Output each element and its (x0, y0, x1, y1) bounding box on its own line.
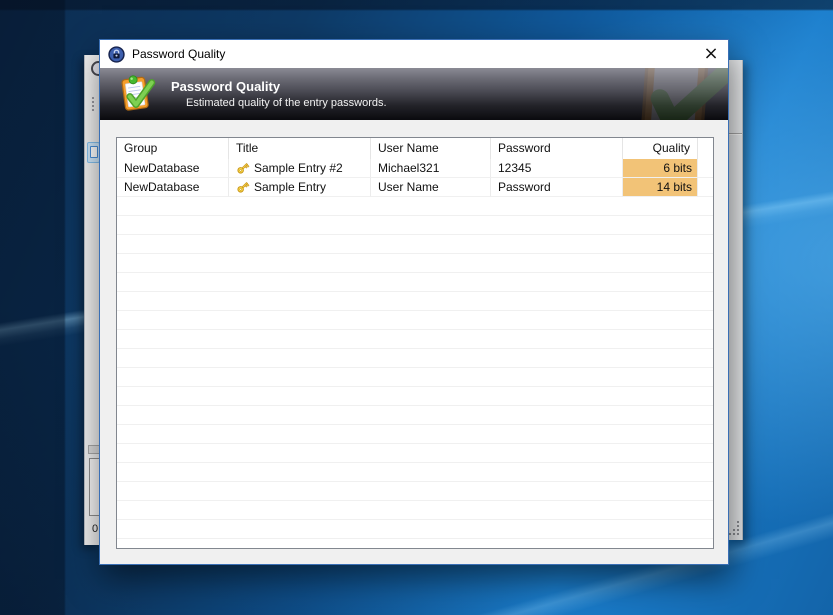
column-header-password[interactable]: Password (491, 138, 623, 159)
banner-title: Password Quality (171, 79, 281, 94)
statusbar-count: 0 (92, 523, 99, 535)
column-header-title[interactable]: Title (229, 138, 371, 159)
cell-quality: 6 bits (623, 159, 698, 178)
clipboard-check-icon (121, 75, 156, 111)
entry-title: Sample Entry #2 (254, 161, 343, 175)
close-button[interactable]: × (694, 40, 728, 68)
background-window-left-edge: 0 (84, 55, 100, 545)
desktop-wallpaper: 0 Password Quality × Password Quality Es… (0, 0, 833, 615)
column-header-username[interactable]: User Name (371, 138, 491, 159)
background-window-right-edge (729, 60, 743, 540)
table-header: Group Title User Name Password Quality (117, 138, 713, 159)
table-row[interactable]: NewDatabase Sample Entry User Name Passw… (117, 178, 713, 197)
cell-password: Password (491, 178, 623, 197)
key-icon (237, 162, 250, 174)
document-icon (90, 146, 98, 158)
table-row[interactable]: NewDatabase Sample Entry #2 Michael321 1… (117, 159, 713, 178)
cell-title: Sample Entry #2 (229, 159, 371, 178)
dialog-title: Password Quality (132, 47, 226, 61)
keepass-lock-icon (108, 45, 125, 63)
banner-watermark-icon (641, 68, 728, 120)
password-quality-table: Group Title User Name Password Quality N… (116, 137, 714, 549)
cell-group: NewDatabase (117, 178, 229, 197)
cell-spacer (698, 159, 713, 178)
cell-title: Sample Entry (229, 178, 371, 197)
cell-spacer (698, 178, 713, 197)
entry-title: Sample Entry (254, 180, 327, 194)
cell-group: NewDatabase (117, 159, 229, 178)
scrollbar-divider (729, 133, 742, 135)
column-header-quality[interactable]: Quality (623, 138, 698, 159)
banner-subtitle: Estimated quality of the entry passwords… (186, 97, 387, 109)
table-body: NewDatabase Sample Entry #2 Michael321 1… (117, 159, 713, 548)
resize-grip-icon[interactable] (737, 533, 739, 535)
password-quality-dialog: Password Quality × Password Quality Esti… (99, 39, 729, 565)
cell-username: User Name (371, 178, 491, 197)
cell-password: 12345 (491, 159, 623, 178)
toolbar-grip-icon (92, 97, 94, 99)
dialog-titlebar[interactable]: Password Quality × (100, 40, 728, 68)
column-header-spacer (698, 138, 713, 159)
key-icon (237, 181, 250, 193)
dialog-banner: Password Quality Estimated quality of th… (100, 68, 728, 120)
cell-username: Michael321 (371, 159, 491, 178)
column-header-group[interactable]: Group (117, 138, 229, 159)
cell-quality: 14 bits (623, 178, 698, 197)
